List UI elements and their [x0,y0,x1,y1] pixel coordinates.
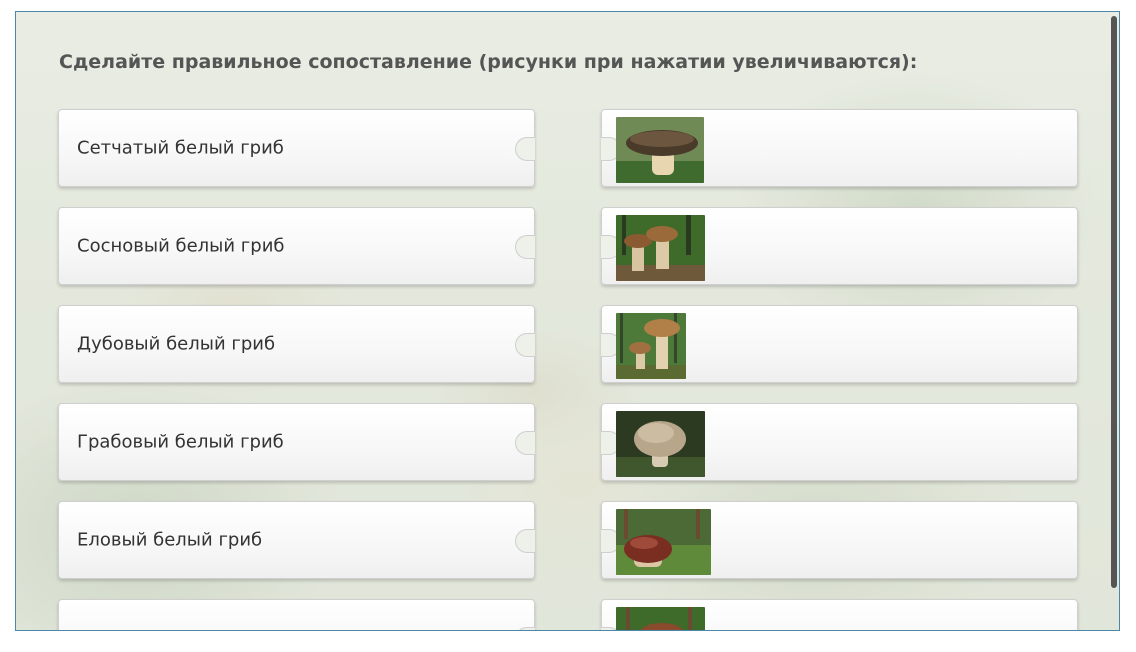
match-right-card[interactable] [601,207,1078,285]
match-left-card[interactable]: Дубовый белый гриб [58,305,535,383]
mushroom-photo-thumbnail[interactable] [616,607,705,630]
match-left-label: Сетчатый белый гриб [77,137,284,159]
match-left-label: Еловый белый гриб [77,529,263,551]
mushroom-photo-thumbnail[interactable] [616,313,686,379]
match-left-card[interactable] [58,599,535,630]
match-right-card[interactable] [601,403,1078,481]
match-right-card[interactable] [601,501,1078,579]
connector-socket [515,137,535,161]
match-row: Сосновый белый гриб [16,207,1096,287]
match-right-card[interactable] [601,305,1078,383]
matching-exercise-panel: Сделайте правильное сопоставление (рисун… [15,11,1120,631]
connector-socket [515,235,535,259]
mushroom-photo-thumbnail[interactable] [616,117,704,183]
connector-socket [515,627,535,630]
match-row: Еловый белый гриб [16,501,1096,581]
match-left-label: Грабовый белый гриб [77,431,284,453]
connector-socket [515,333,535,357]
match-left-label: Сосновый белый гриб [77,235,285,257]
match-right-card[interactable] [601,599,1078,630]
match-row: Дубовый белый гриб [16,305,1096,385]
match-row [16,599,1096,630]
mushroom-photo-thumbnail[interactable] [616,215,705,281]
connector-socket [515,431,535,455]
match-row: Сетчатый белый гриб [16,109,1096,189]
match-left-label: Дубовый белый гриб [77,333,276,355]
match-left-card[interactable]: Сетчатый белый гриб [58,109,535,187]
match-left-card[interactable]: Еловый белый гриб [58,501,535,579]
task-title: Сделайте правильное сопоставление (рисун… [59,51,918,73]
match-right-card[interactable] [601,109,1078,187]
match-left-card[interactable]: Грабовый белый гриб [58,403,535,481]
match-row: Грабовый белый гриб [16,403,1096,483]
mushroom-photo-thumbnail[interactable] [616,411,705,477]
connector-socket [515,529,535,553]
vertical-scrollbar[interactable] [1111,16,1117,588]
match-left-card[interactable]: Сосновый белый гриб [58,207,535,285]
mushroom-photo-thumbnail[interactable] [616,509,711,575]
